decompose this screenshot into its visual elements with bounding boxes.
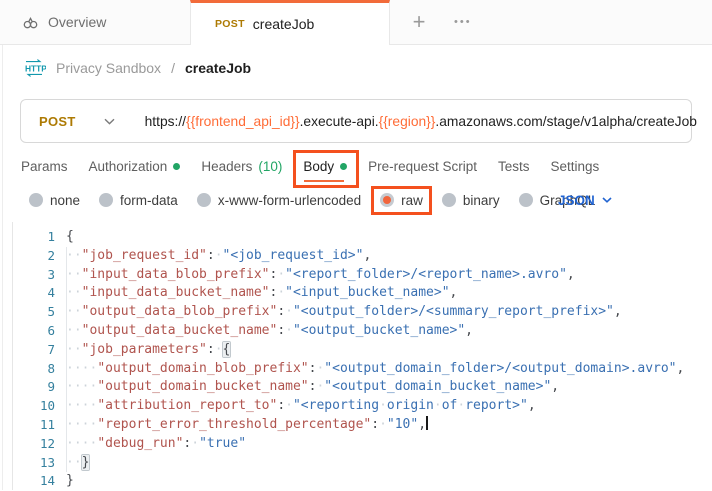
radio-form-data[interactable]: form-data	[99, 193, 178, 208]
headers-count: (10)	[258, 159, 282, 174]
code-line[interactable]: 4··"input_data_bucket_name":·"<input_buc…	[13, 284, 712, 303]
code-line[interactable]: 6··"output_data_bucket_name":·"<output_b…	[13, 322, 712, 341]
radio-none[interactable]: none	[29, 193, 80, 208]
breadcrumb-request-name: createJob	[185, 60, 251, 76]
body-type-selector: none form-data x-www-form-urlencoded raw…	[29, 186, 595, 214]
pane-left-border	[2, 44, 3, 490]
body-status-dot	[340, 163, 347, 170]
tab-settings-label: Settings	[550, 159, 599, 174]
line-number: 7	[13, 341, 55, 360]
radio-circle-icon	[442, 193, 456, 207]
radio-binary[interactable]: binary	[442, 193, 500, 208]
new-tab-button[interactable]: +	[390, 0, 448, 44]
radio-raw-label: raw	[401, 193, 423, 208]
line-number: 14	[13, 472, 55, 491]
line-number: 1	[13, 228, 55, 247]
code-line[interactable]: 10····"attribution_report_to":·"<reporti…	[13, 397, 712, 416]
method-label: POST	[39, 114, 76, 129]
radio-urlencoded[interactable]: x-www-form-urlencoded	[197, 193, 361, 208]
chevron-down-icon	[104, 118, 115, 125]
code-line[interactable]: 7··"job_parameters":·{	[13, 341, 712, 360]
code-lines: 1{2··"job_request_id":·"<job_request_id>…	[13, 228, 712, 491]
code-line[interactable]: 2··"job_request_id":·"<job_request_id>",	[13, 247, 712, 266]
language-dropdown-label: JSON	[558, 193, 595, 208]
code-line[interactable]: 12····"debug_run":·"true"	[13, 435, 712, 454]
tab-pre-request-label: Pre-request Script	[368, 159, 477, 174]
tab-tests-label: Tests	[498, 159, 530, 174]
tab-params[interactable]: Params	[21, 159, 68, 174]
tab-authorization-label: Authorization	[89, 159, 168, 174]
tab-tests[interactable]: Tests	[498, 159, 530, 174]
radio-circle-icon	[197, 193, 211, 207]
tab-params-label: Params	[21, 159, 68, 174]
line-number: 3	[13, 266, 55, 285]
workspace-tabbar: Overview POST createJob + •••	[0, 0, 712, 45]
method-selector[interactable]: POST	[21, 114, 131, 129]
radio-selected-icon	[380, 193, 394, 207]
breadcrumb-collection[interactable]: Privacy Sandbox	[56, 60, 161, 76]
breadcrumb: HTTP Privacy Sandbox / createJob	[22, 56, 251, 80]
line-number: 9	[13, 378, 55, 397]
radio-binary-label: binary	[463, 193, 500, 208]
tab-createjob-label: createJob	[253, 16, 314, 32]
tab-authorization[interactable]: Authorization	[89, 159, 181, 174]
indent-guide	[66, 247, 67, 473]
request-tabs: Params Authorization Headers (10) Body P…	[21, 151, 599, 181]
radio-raw[interactable]: raw	[380, 193, 423, 208]
more-tabs-button[interactable]: •••	[448, 0, 472, 44]
code-line[interactable]: 13··}	[13, 454, 712, 473]
breadcrumb-separator: /	[171, 60, 175, 76]
tab-body[interactable]: Body	[303, 159, 347, 174]
radio-form-data-label: form-data	[120, 193, 178, 208]
line-number: 2	[13, 247, 55, 266]
code-line[interactable]: 14}	[13, 472, 712, 491]
tab-body-label: Body	[303, 159, 334, 174]
line-number: 4	[13, 284, 55, 303]
radio-circle-icon	[29, 193, 43, 207]
line-number: 12	[13, 435, 55, 454]
line-number: 13	[13, 454, 55, 473]
line-number: 6	[13, 322, 55, 341]
tab-method-badge: POST	[215, 18, 245, 30]
text-cursor	[426, 416, 428, 430]
svg-text:HTTP: HTTP	[25, 64, 46, 74]
code-line[interactable]: 5··"output_data_blob_prefix":·"<output_f…	[13, 303, 712, 322]
request-url-bar: POST https://{{frontend_api_id}}.execute…	[20, 99, 692, 143]
code-line[interactable]: 8····"output_domain_blob_prefix":·"<outp…	[13, 360, 712, 379]
authorization-status-dot	[173, 163, 180, 170]
code-line[interactable]: 1{	[13, 228, 712, 247]
url-input[interactable]: https://{{frontend_api_id}}.execute-api.…	[131, 114, 697, 129]
code-line[interactable]: 3··"input_data_blob_prefix":·"<report_fo…	[13, 266, 712, 285]
radio-urlencoded-label: x-www-form-urlencoded	[218, 193, 361, 208]
body-code-editor[interactable]: 1{2··"job_request_id":·"<job_request_id>…	[12, 222, 712, 490]
line-number: 5	[13, 303, 55, 322]
code-line[interactable]: 11····"report_error_threshold_percentage…	[13, 416, 712, 435]
tab-overview-label: Overview	[48, 14, 106, 30]
tab-createjob[interactable]: POST createJob	[190, 0, 390, 45]
language-dropdown[interactable]: JSON	[558, 186, 612, 214]
tab-headers-label: Headers	[201, 159, 252, 174]
overview-icon	[22, 14, 39, 31]
tab-settings[interactable]: Settings	[550, 159, 599, 174]
line-number: 10	[13, 397, 55, 416]
radio-none-label: none	[50, 193, 80, 208]
line-number: 8	[13, 360, 55, 379]
tab-pre-request-script[interactable]: Pre-request Script	[368, 159, 477, 174]
chevron-down-icon	[602, 197, 612, 203]
radio-circle-icon	[519, 193, 533, 207]
tab-headers[interactable]: Headers (10)	[201, 159, 282, 174]
active-tab-underline	[304, 180, 344, 182]
http-request-icon: HTTP	[22, 59, 46, 77]
tab-overview[interactable]: Overview	[0, 0, 190, 44]
line-number: 11	[13, 416, 55, 435]
code-line[interactable]: 9····"output_domain_bucket_name":·"<outp…	[13, 378, 712, 397]
radio-circle-icon	[99, 193, 113, 207]
